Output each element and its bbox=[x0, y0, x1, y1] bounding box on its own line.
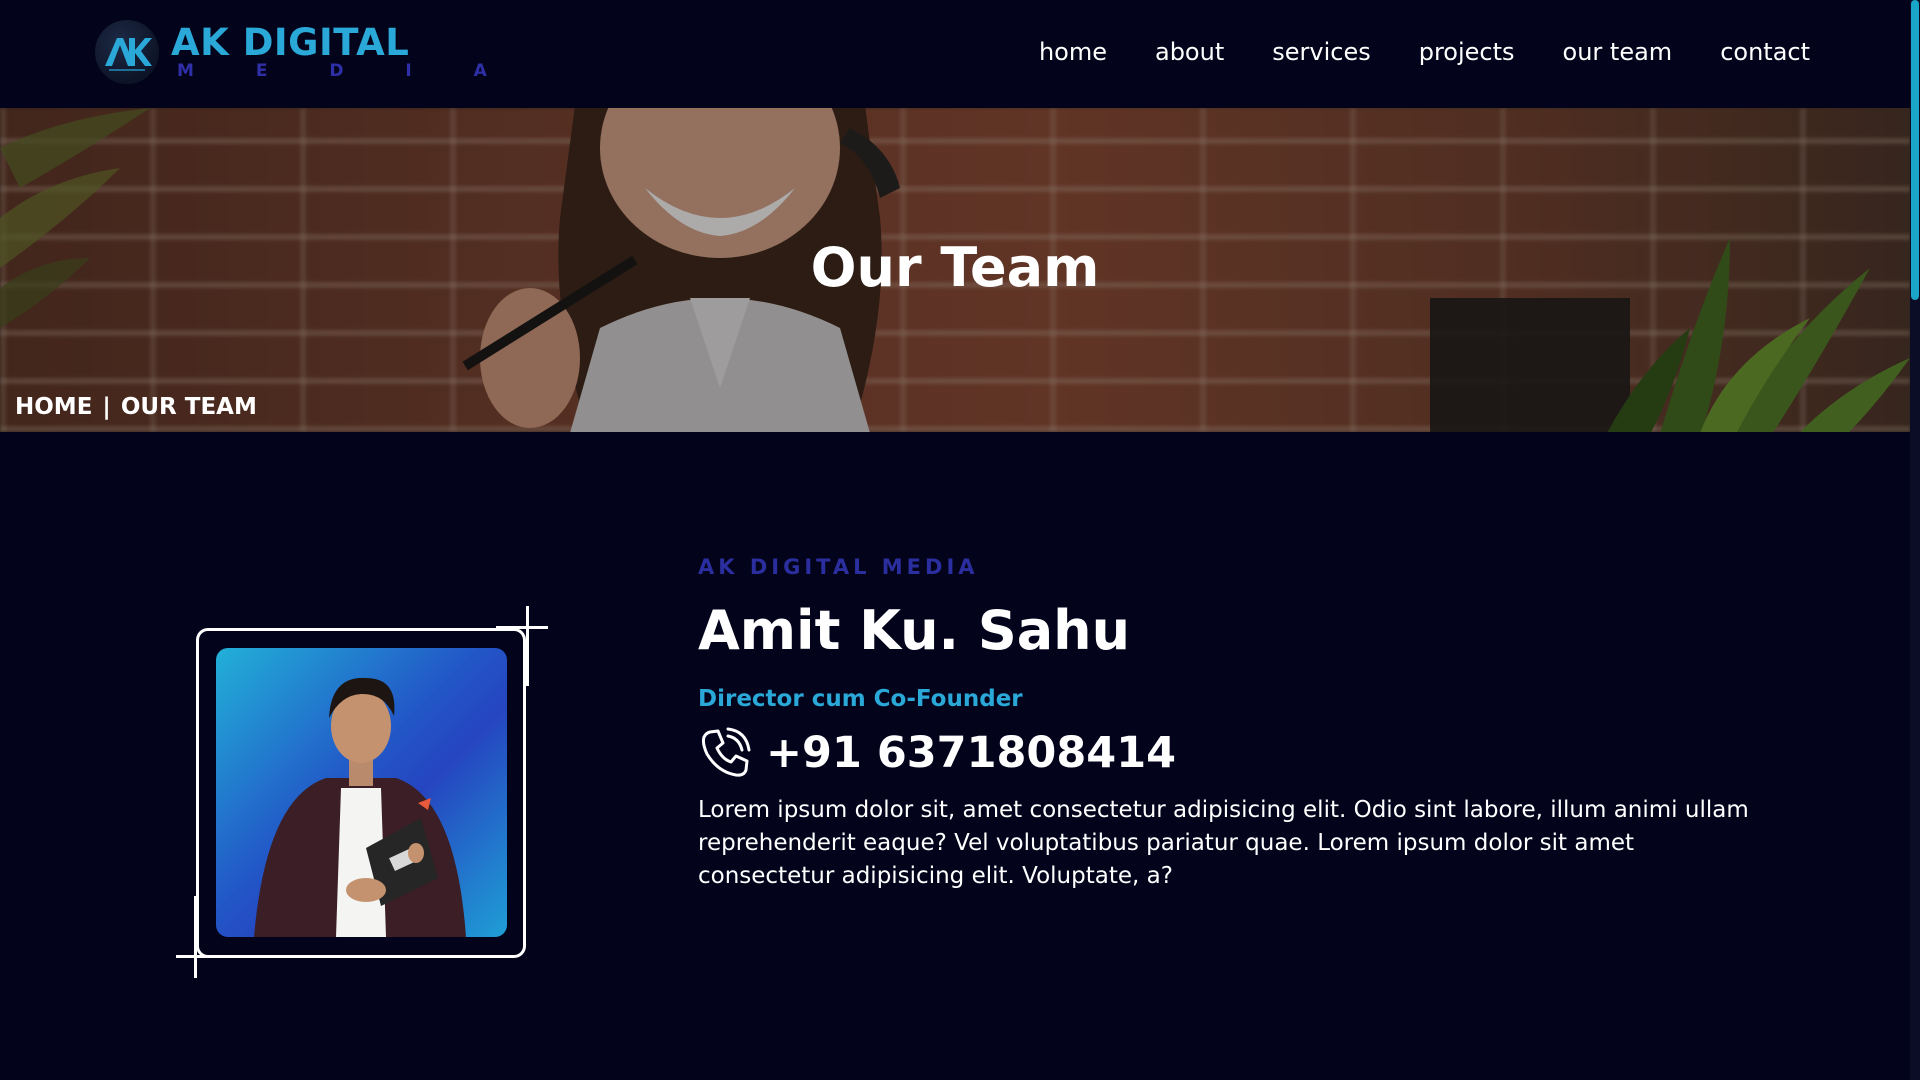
frame-corner-line bbox=[526, 606, 529, 686]
hero-banner: Our Team HOME | OUR TEAM bbox=[0, 108, 1910, 432]
member-role: Director cum Co-Founder bbox=[698, 686, 1023, 713]
frame-corner-line bbox=[194, 896, 197, 978]
frame-corner-line bbox=[496, 626, 548, 629]
member-photo bbox=[216, 648, 507, 937]
logo-text: AK DIGITAL M E D I A bbox=[171, 24, 515, 80]
scrollbar-thumb[interactable] bbox=[1911, 0, 1919, 300]
breadcrumb: HOME | OUR TEAM bbox=[15, 394, 257, 420]
member-photo-frame bbox=[176, 606, 548, 978]
member-bio: Lorem ipsum dolor sit, amet consectetur … bbox=[698, 797, 1749, 890]
nav-projects[interactable]: projects bbox=[1419, 38, 1515, 66]
logo-badge-icon bbox=[95, 20, 159, 84]
frame-corner-line bbox=[176, 955, 226, 958]
member-portrait-image bbox=[254, 677, 466, 937]
company-eyebrow: AK DIGITAL MEDIA bbox=[698, 555, 979, 579]
page-title: Our Team bbox=[810, 236, 1100, 299]
logo-title: AK DIGITAL bbox=[171, 21, 410, 64]
phone-icon bbox=[701, 727, 751, 778]
logo-subtitle: M E D I A bbox=[177, 61, 515, 81]
nav-our-team[interactable]: our team bbox=[1563, 38, 1673, 66]
breadcrumb-separator: | bbox=[102, 394, 111, 420]
member-info: AK DIGITAL MEDIA Amit Ku. Sahu Director … bbox=[698, 555, 1778, 893]
scrollbar[interactable] bbox=[1910, 0, 1920, 1080]
phone-row: +91 6371808414 bbox=[698, 726, 1778, 780]
member-name: Amit Ku. Sahu bbox=[698, 599, 1131, 662]
nav-services[interactable]: services bbox=[1272, 38, 1370, 66]
site-header: AK DIGITAL M E D I A home about services… bbox=[0, 0, 1910, 108]
nav-contact[interactable]: contact bbox=[1720, 38, 1810, 66]
nav-home[interactable]: home bbox=[1039, 38, 1107, 66]
breadcrumb-home-link[interactable]: HOME bbox=[15, 394, 92, 420]
breadcrumb-current: OUR TEAM bbox=[120, 394, 257, 420]
nav-about[interactable]: about bbox=[1155, 38, 1224, 66]
brand-logo[interactable]: AK DIGITAL M E D I A bbox=[95, 20, 515, 84]
member-phone-link[interactable]: +91 6371808414 bbox=[766, 728, 1176, 778]
main-nav: home about services projects our team co… bbox=[1039, 38, 1810, 66]
